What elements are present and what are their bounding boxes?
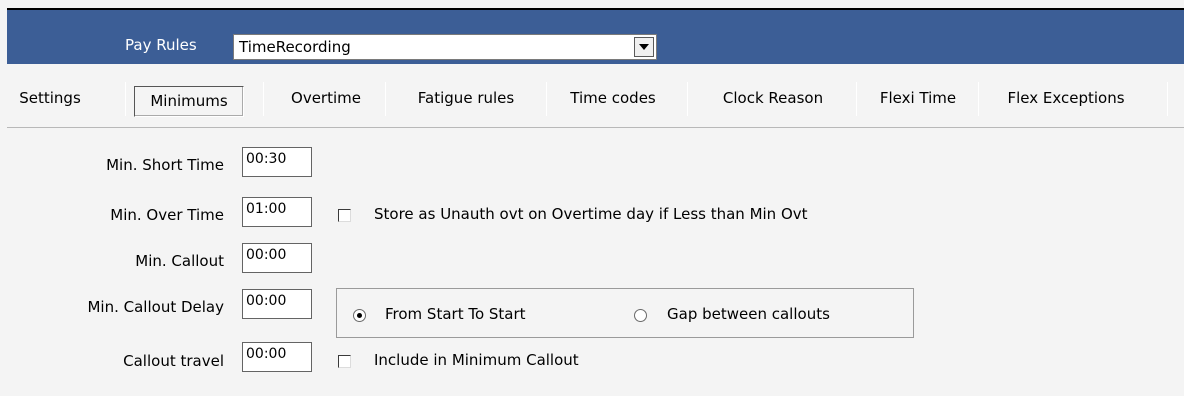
tab-clock-reason[interactable]: Clock Reason bbox=[697, 81, 849, 115]
min-callout-delay-label: Min. Callout Delay bbox=[87, 298, 224, 316]
tab-flex-exceptions[interactable]: Flex Exceptions bbox=[987, 81, 1145, 115]
pay-rules-select-value: TimeRecording bbox=[239, 38, 351, 56]
tab-flexi-time[interactable]: Flexi Time bbox=[865, 81, 971, 115]
tab-minimums[interactable]: Minimums bbox=[134, 86, 244, 117]
from-start-to-start-label: From Start To Start bbox=[385, 305, 526, 323]
include-min-callout-checkbox[interactable] bbox=[338, 355, 351, 368]
min-over-time-field[interactable]: 01:00 bbox=[242, 197, 312, 227]
min-short-time-field[interactable]: 00:30 bbox=[242, 147, 312, 177]
tab-fatigue-rules[interactable]: Fatigue rules bbox=[395, 81, 537, 115]
gap-between-callouts-radio[interactable] bbox=[634, 309, 647, 322]
min-callout-delay-field[interactable]: 00:00 bbox=[242, 289, 312, 319]
min-short-time-label: Min. Short Time bbox=[106, 156, 224, 174]
min-callout-field[interactable]: 00:00 bbox=[242, 243, 312, 273]
pay-rules-window: Pay Rules TimeRecording Settings Minimum… bbox=[0, 0, 1184, 396]
callout-travel-field[interactable]: 00:00 bbox=[242, 342, 312, 372]
tab-separator bbox=[687, 82, 688, 116]
chevron-down-icon[interactable] bbox=[634, 37, 654, 57]
gap-between-callouts-label: Gap between callouts bbox=[667, 305, 830, 323]
store-unauth-ovt-checkbox[interactable] bbox=[338, 209, 351, 222]
store-unauth-ovt-label: Store as Unauth ovt on Overtime day if L… bbox=[374, 205, 808, 223]
callout-mode-group: From Start To Start Gap between callouts bbox=[336, 288, 914, 338]
pay-rules-select[interactable]: TimeRecording bbox=[233, 34, 657, 60]
tab-separator bbox=[978, 82, 979, 116]
tab-separator bbox=[385, 82, 386, 116]
tab-overtime[interactable]: Overtime bbox=[275, 81, 377, 115]
tab-settings[interactable]: Settings bbox=[9, 81, 91, 115]
include-min-callout-label: Include in Minimum Callout bbox=[374, 351, 579, 369]
header-bar: Pay Rules TimeRecording bbox=[7, 8, 1184, 64]
tab-separator bbox=[1167, 82, 1168, 116]
min-over-time-label: Min. Over Time bbox=[110, 206, 224, 224]
tab-separator bbox=[546, 82, 547, 116]
min-callout-label: Min. Callout bbox=[135, 252, 224, 270]
pay-rules-label: Pay Rules bbox=[125, 36, 197, 54]
callout-travel-label: Callout travel bbox=[123, 352, 224, 370]
tab-strip: Settings Minimums Overtime Fatigue rules… bbox=[7, 70, 1184, 128]
from-start-to-start-radio[interactable] bbox=[353, 309, 366, 322]
tab-time-codes[interactable]: Time codes bbox=[557, 81, 669, 115]
tab-separator bbox=[856, 82, 857, 116]
tab-separator bbox=[125, 82, 126, 116]
tab-separator bbox=[263, 82, 264, 116]
